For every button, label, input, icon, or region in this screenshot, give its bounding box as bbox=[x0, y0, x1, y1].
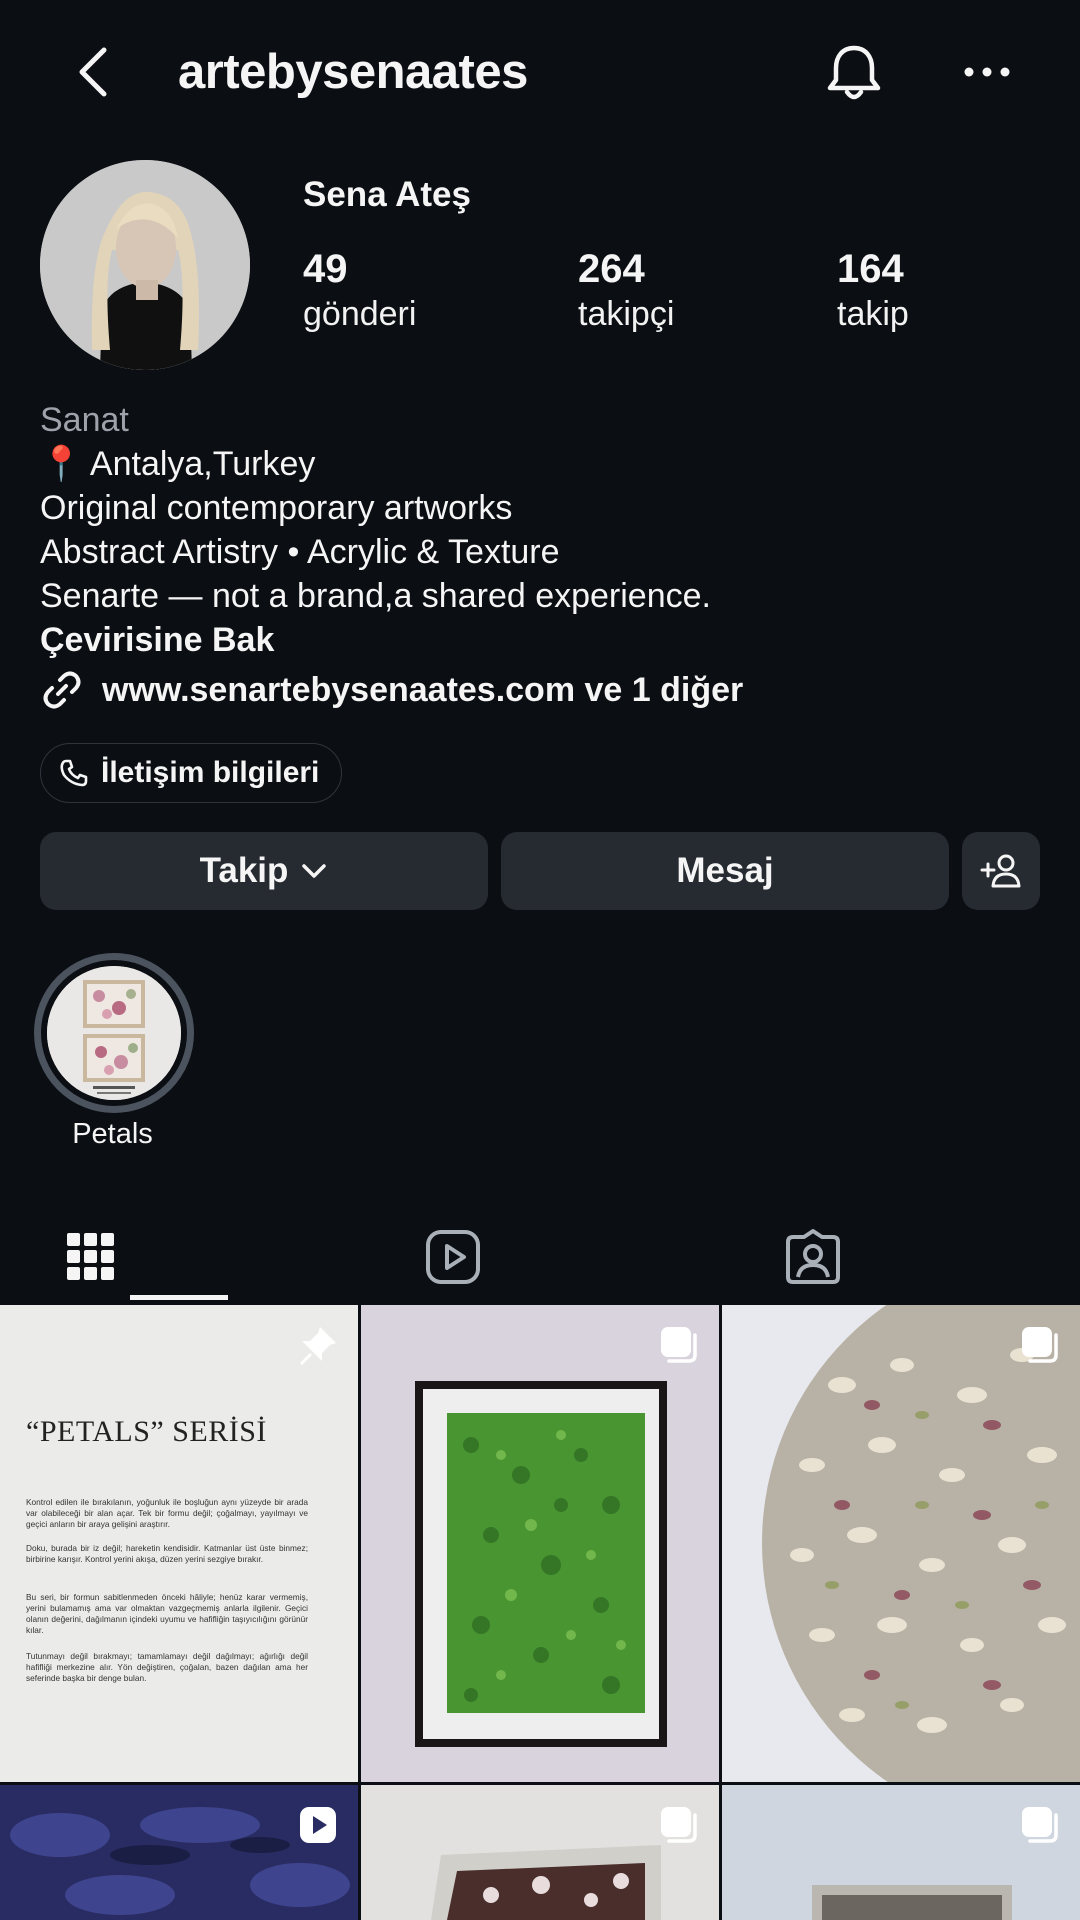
post-green-artwork[interactable] bbox=[361, 1305, 719, 1782]
posts-grid: “PETALS” SERİSİ Kontrol edilen ile bırak… bbox=[0, 1305, 1080, 1920]
stat-posts[interactable]: 49 gönderi bbox=[303, 245, 416, 335]
bio-line: Abstract Artistry • Acrylic & Texture bbox=[40, 533, 560, 571]
message-button-label: Mesaj bbox=[676, 851, 774, 890]
top-bar: artebysenaates bbox=[0, 0, 1080, 150]
stat-label: gönderi bbox=[303, 295, 417, 333]
tab-reels[interactable] bbox=[360, 1212, 720, 1302]
highlight-cover-image bbox=[47, 966, 181, 1100]
bell-icon bbox=[827, 45, 881, 100]
tab-tagged[interactable] bbox=[720, 1212, 1080, 1302]
post-round-artwork[interactable] bbox=[722, 1305, 1080, 1782]
highlight-label: Petals bbox=[72, 1118, 153, 1150]
profile-username: artebysenaates bbox=[178, 45, 528, 99]
contact-info-button[interactable]: İletişim bilgileri bbox=[40, 743, 343, 803]
highlight-cover bbox=[47, 966, 181, 1100]
link-icon bbox=[43, 671, 81, 709]
bio-line: Original contemporary artworks bbox=[40, 489, 513, 527]
avatar-image bbox=[40, 160, 250, 370]
reels-icon bbox=[425, 1230, 480, 1284]
carousel-icon bbox=[1022, 1327, 1058, 1363]
post-shadowbox-artwork[interactable] bbox=[361, 1785, 719, 1920]
follow-button-label: Takip bbox=[199, 851, 289, 890]
post-image bbox=[722, 1305, 1080, 1782]
add-user-button[interactable] bbox=[962, 832, 1040, 910]
back-button[interactable] bbox=[70, 42, 122, 102]
phone-icon bbox=[60, 759, 88, 787]
contact-info-label: İletişim bilgileri bbox=[101, 756, 320, 789]
profile-bio: Sanat 📍 Antalya,Turkey Original contempo… bbox=[40, 398, 1040, 662]
post-paragraph: Doku, burada bir iz değil; hareketin ken… bbox=[26, 1543, 308, 1564]
post-pinned[interactable]: “PETALS” SERİSİ Kontrol edilen ile bırak… bbox=[0, 1305, 358, 1782]
see-translation-link[interactable]: Çevirisine Bak bbox=[40, 618, 1040, 662]
tagged-icon bbox=[785, 1229, 840, 1284]
add-user-icon bbox=[980, 854, 1021, 888]
bio-link[interactable]: www.senartebysenaates.com ve 1 diğer bbox=[40, 665, 743, 715]
post-paragraph: Kontrol edilen ile bırakılanın, yoğunluk… bbox=[26, 1497, 308, 1529]
profile-tabs bbox=[0, 1212, 1080, 1302]
stat-label: takip bbox=[837, 295, 909, 333]
bio-location: 📍 Antalya,Turkey bbox=[40, 445, 316, 483]
ellipsis-icon bbox=[964, 67, 1010, 77]
stat-following[interactable]: 164 takip bbox=[837, 245, 909, 335]
stat-value: 264 bbox=[578, 247, 645, 291]
stat-label: takipçi bbox=[578, 295, 675, 333]
carousel-icon bbox=[661, 1327, 697, 1363]
follow-button[interactable]: Takip bbox=[40, 832, 488, 910]
pin-icon bbox=[300, 1327, 336, 1365]
post-paragraph: Bu seri, bir formun sabitlenmeden önceki… bbox=[26, 1592, 308, 1635]
reel-icon bbox=[300, 1807, 336, 1843]
post-frame-artwork[interactable] bbox=[722, 1785, 1080, 1920]
story-highlight-petals[interactable] bbox=[34, 953, 194, 1113]
stat-value: 49 bbox=[303, 247, 348, 291]
post-title: “PETALS” SERİSİ bbox=[26, 1415, 267, 1448]
bio-category: Sanat bbox=[40, 401, 129, 439]
message-button[interactable]: Mesaj bbox=[501, 832, 949, 910]
post-blue-artwork[interactable] bbox=[0, 1785, 358, 1920]
more-options-button[interactable] bbox=[955, 50, 1019, 94]
stat-followers[interactable]: 264 takipçi bbox=[578, 245, 674, 335]
bio-link-text[interactable]: www.senartebysenaates.com ve 1 diğer bbox=[102, 671, 743, 710]
notifications-button[interactable] bbox=[820, 42, 888, 106]
post-paragraph: Tutunmayı değil bırakmayı; tamamlamayı d… bbox=[26, 1651, 308, 1683]
active-tab-indicator bbox=[130, 1295, 228, 1300]
bio-line: Senarte — not a brand,a shared experienc… bbox=[40, 577, 711, 615]
display-name: Sena Ateş bbox=[303, 175, 471, 214]
chevron-down-icon bbox=[302, 864, 327, 878]
profile-avatar[interactable] bbox=[40, 160, 250, 370]
stat-value: 164 bbox=[837, 247, 904, 291]
chevron-left-icon bbox=[79, 47, 107, 97]
post-image bbox=[361, 1305, 719, 1782]
carousel-icon bbox=[661, 1807, 697, 1843]
tab-posts-grid[interactable] bbox=[0, 1212, 360, 1302]
carousel-icon bbox=[1022, 1807, 1058, 1843]
grid-icon bbox=[67, 1233, 114, 1280]
